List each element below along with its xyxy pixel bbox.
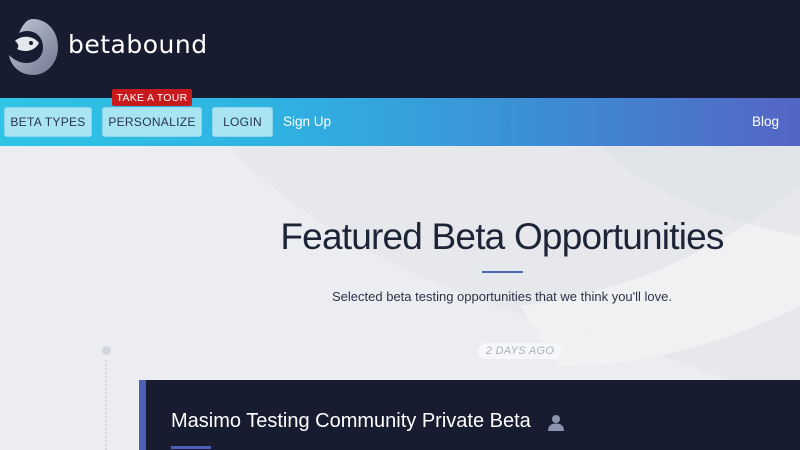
brand-name[interactable]: betabound xyxy=(68,30,208,59)
page-subtitle: Selected beta testing opportunities that… xyxy=(332,289,672,304)
timestamp-badge: 2 DAYS AGO xyxy=(478,343,562,359)
sign-up-link[interactable]: Sign Up xyxy=(283,114,331,129)
timeline-line xyxy=(105,360,107,450)
site-header: betabound xyxy=(0,0,800,98)
private-user-icon xyxy=(548,415,564,431)
personalize-button[interactable]: PERSONALIZE xyxy=(102,107,202,137)
take-a-tour-badge[interactable]: TAKE A TOUR xyxy=(112,89,192,106)
blog-link[interactable]: Blog xyxy=(752,114,779,129)
card-accent-bar xyxy=(171,446,211,449)
beta-types-button[interactable]: BETA TYPES xyxy=(4,107,92,137)
beta-card-title[interactable]: Masimo Testing Community Private Beta xyxy=(171,410,531,433)
login-button[interactable]: LOGIN xyxy=(212,107,273,137)
title-underline xyxy=(482,271,523,273)
fish-logo-icon[interactable] xyxy=(7,17,59,77)
timeline-dot xyxy=(102,346,111,355)
page-title: Featured Beta Opportunities xyxy=(280,216,724,257)
